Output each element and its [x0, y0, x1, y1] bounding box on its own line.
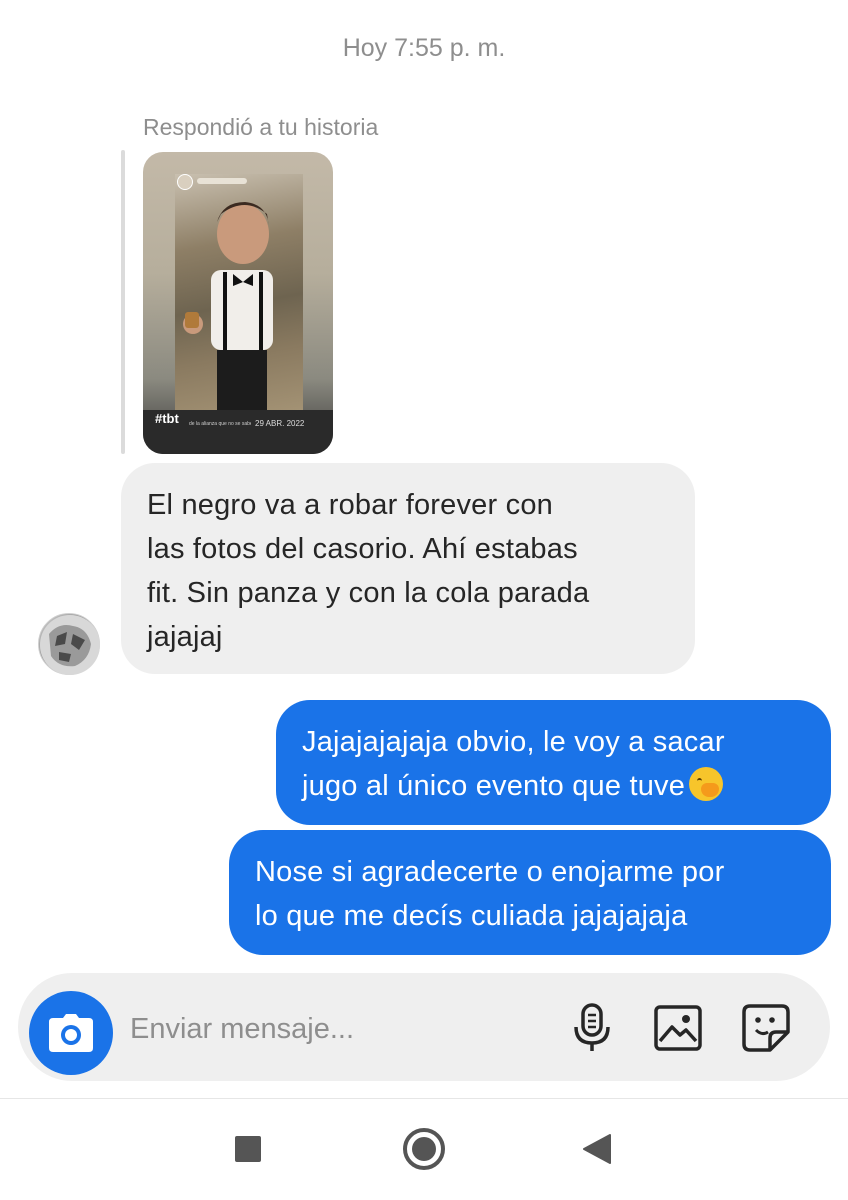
- story-author-avatar: [177, 174, 193, 190]
- microphone-icon: [574, 1003, 610, 1051]
- camera-button[interactable]: [29, 991, 113, 1075]
- outgoing-message-bubble[interactable]: Nose si agradecerte o enojarme por lo qu…: [229, 830, 831, 955]
- recents-square-icon: [235, 1136, 261, 1162]
- sender-avatar[interactable]: [38, 613, 100, 675]
- home-button[interactable]: [402, 1127, 446, 1171]
- story-date: 29 ABR. 2022: [255, 419, 305, 428]
- gallery-button[interactable]: [652, 1002, 704, 1054]
- message-line-with-emoji: jugo al único evento que tuve: [302, 764, 805, 808]
- story-caption: de la alianza que no se sabe: [189, 421, 251, 427]
- back-triangle-icon: [583, 1134, 611, 1164]
- sender-avatar-image: [40, 615, 100, 675]
- story-reply-divider: [121, 150, 125, 454]
- camera-icon: [49, 1014, 93, 1052]
- sticker-button[interactable]: [740, 1002, 792, 1054]
- recents-button[interactable]: [234, 1135, 262, 1163]
- message-line: Nose si agradecerte o enojarme por: [255, 856, 725, 888]
- thread-timestamp: Hoy 7:55 p. m.: [342, 34, 506, 62]
- hand-over-mouth-emoji-icon: [689, 767, 724, 801]
- message-input[interactable]: [130, 1005, 550, 1053]
- story-person-image: [183, 202, 273, 410]
- system-navigation-bar: [0, 1098, 848, 1200]
- incoming-message-bubble[interactable]: El negro va a robar forever con las foto…: [121, 463, 695, 674]
- message-line: Jajajajajaja obvio, le voy a sacar: [302, 726, 725, 758]
- story-reply-label: Respondió a tu historia: [143, 114, 379, 140]
- message-line: jugo al único evento que tuve: [302, 770, 686, 802]
- gallery-icon: [654, 1005, 702, 1051]
- story-author-name: [197, 178, 247, 184]
- message-line: jajajaj: [147, 621, 223, 653]
- story-thumbnail[interactable]: #tbt de la alianza que no se sabe 29 ABR…: [143, 152, 333, 454]
- message-line: lo que me decís culiada jajajajaja: [255, 900, 688, 932]
- microphone-button[interactable]: [566, 1002, 618, 1054]
- back-button[interactable]: [582, 1133, 612, 1165]
- message-line: fit. Sin panza y con la cola parada: [147, 577, 590, 609]
- story-photo: [175, 174, 303, 410]
- message-line: las fotos del casorio. Ahí estabas: [147, 533, 578, 565]
- outgoing-message-bubble[interactable]: Jajajajajaja obvio, le voy a sacar jugo …: [276, 700, 831, 825]
- home-circle-icon: [403, 1128, 445, 1170]
- sticker-icon: [742, 1004, 790, 1052]
- story-hashtag: #tbt: [155, 411, 179, 426]
- message-line: El negro va a robar forever con: [147, 489, 553, 521]
